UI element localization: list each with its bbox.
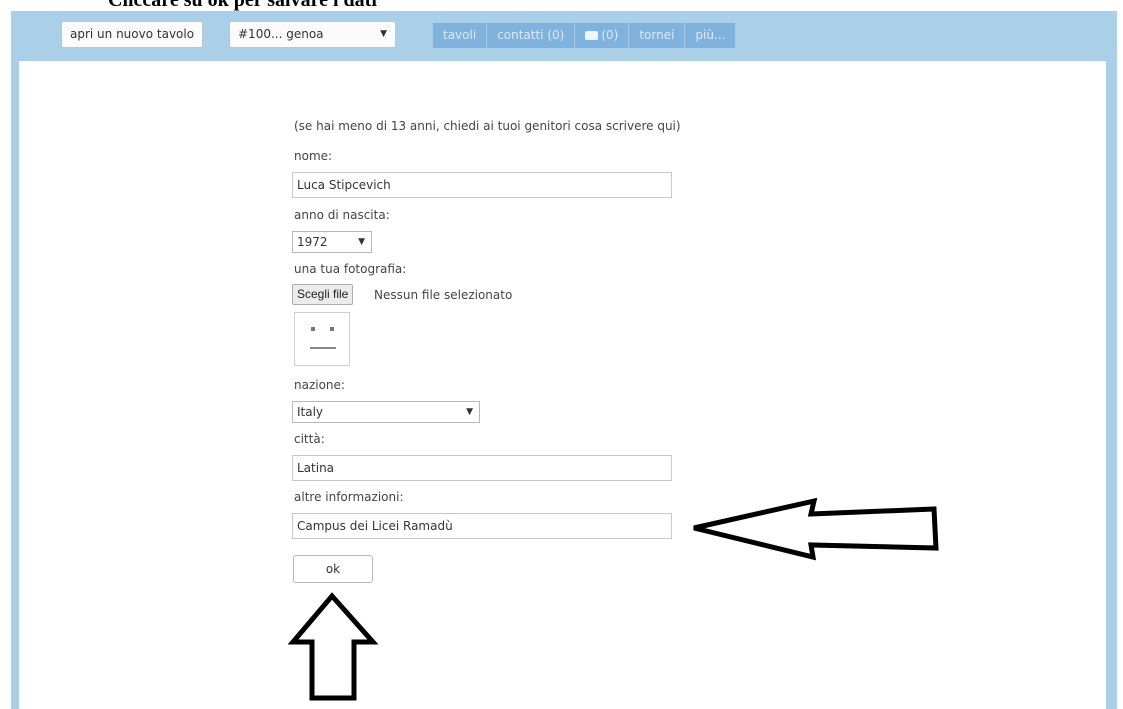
new-table-button[interactable]: apri un nuovo tavolo — [61, 21, 204, 48]
face-placeholder-icon — [294, 312, 350, 366]
name-label: nome: — [294, 149, 333, 163]
menu-item-more[interactable]: più... — [685, 23, 735, 48]
avatar-eye-right — [330, 327, 334, 331]
ok-button[interactable]: ok — [293, 555, 373, 583]
chevron-down-icon: ▼ — [358, 237, 365, 247]
menu-item-chat[interactable]: (0) — [575, 23, 630, 48]
chat-bubble-icon — [585, 31, 599, 40]
avatar-mouth — [310, 347, 336, 349]
avatar-eye-left — [311, 327, 315, 331]
arrow-up-outline-icon — [288, 592, 378, 701]
file-status: Nessun file selezionato — [374, 288, 513, 302]
menu-item-tournaments[interactable]: tornei — [629, 23, 686, 48]
birth-year-select[interactable]: 1972 ▼ — [292, 231, 372, 253]
country-value: Italy — [297, 405, 324, 419]
menu-item-contacts[interactable]: contatti (0) — [487, 23, 576, 48]
room-select-value: #100... genoa — [238, 27, 324, 41]
country-label: nazione: — [294, 378, 345, 392]
city-field[interactable]: Latina — [292, 455, 672, 481]
arrow-left-outline-icon — [693, 497, 939, 561]
content-panel — [19, 61, 1106, 709]
main-menu: tavoli contatti (0) (0) tornei più... — [433, 23, 736, 48]
room-select[interactable]: #100... genoa ▼ — [229, 21, 396, 48]
age-note: (se hai meno di 13 anni, chiedi ai tuoi … — [294, 119, 681, 133]
city-label: città: — [294, 432, 325, 446]
app-frame: apri un nuovo tavolo #100... genoa ▼ tav… — [11, 11, 1117, 709]
choose-file-button[interactable]: Scegli file — [292, 284, 354, 305]
photo-label: una tua fotografia: — [294, 262, 407, 276]
menu-item-tables[interactable]: tavoli — [433, 23, 488, 48]
chevron-down-icon: ▼ — [380, 29, 387, 39]
birth-year-value: 1972 — [297, 235, 328, 249]
birth-year-label: anno di nascita: — [294, 208, 390, 222]
other-info-label: altre informazioni: — [294, 490, 404, 504]
chat-count: (0) — [601, 28, 619, 42]
chevron-down-icon: ▼ — [466, 407, 473, 417]
other-info-field[interactable]: Campus dei Licei Ramadù — [292, 513, 672, 539]
name-field[interactable]: Luca Stipcevich — [292, 172, 672, 198]
country-select[interactable]: Italy ▼ — [292, 401, 480, 423]
